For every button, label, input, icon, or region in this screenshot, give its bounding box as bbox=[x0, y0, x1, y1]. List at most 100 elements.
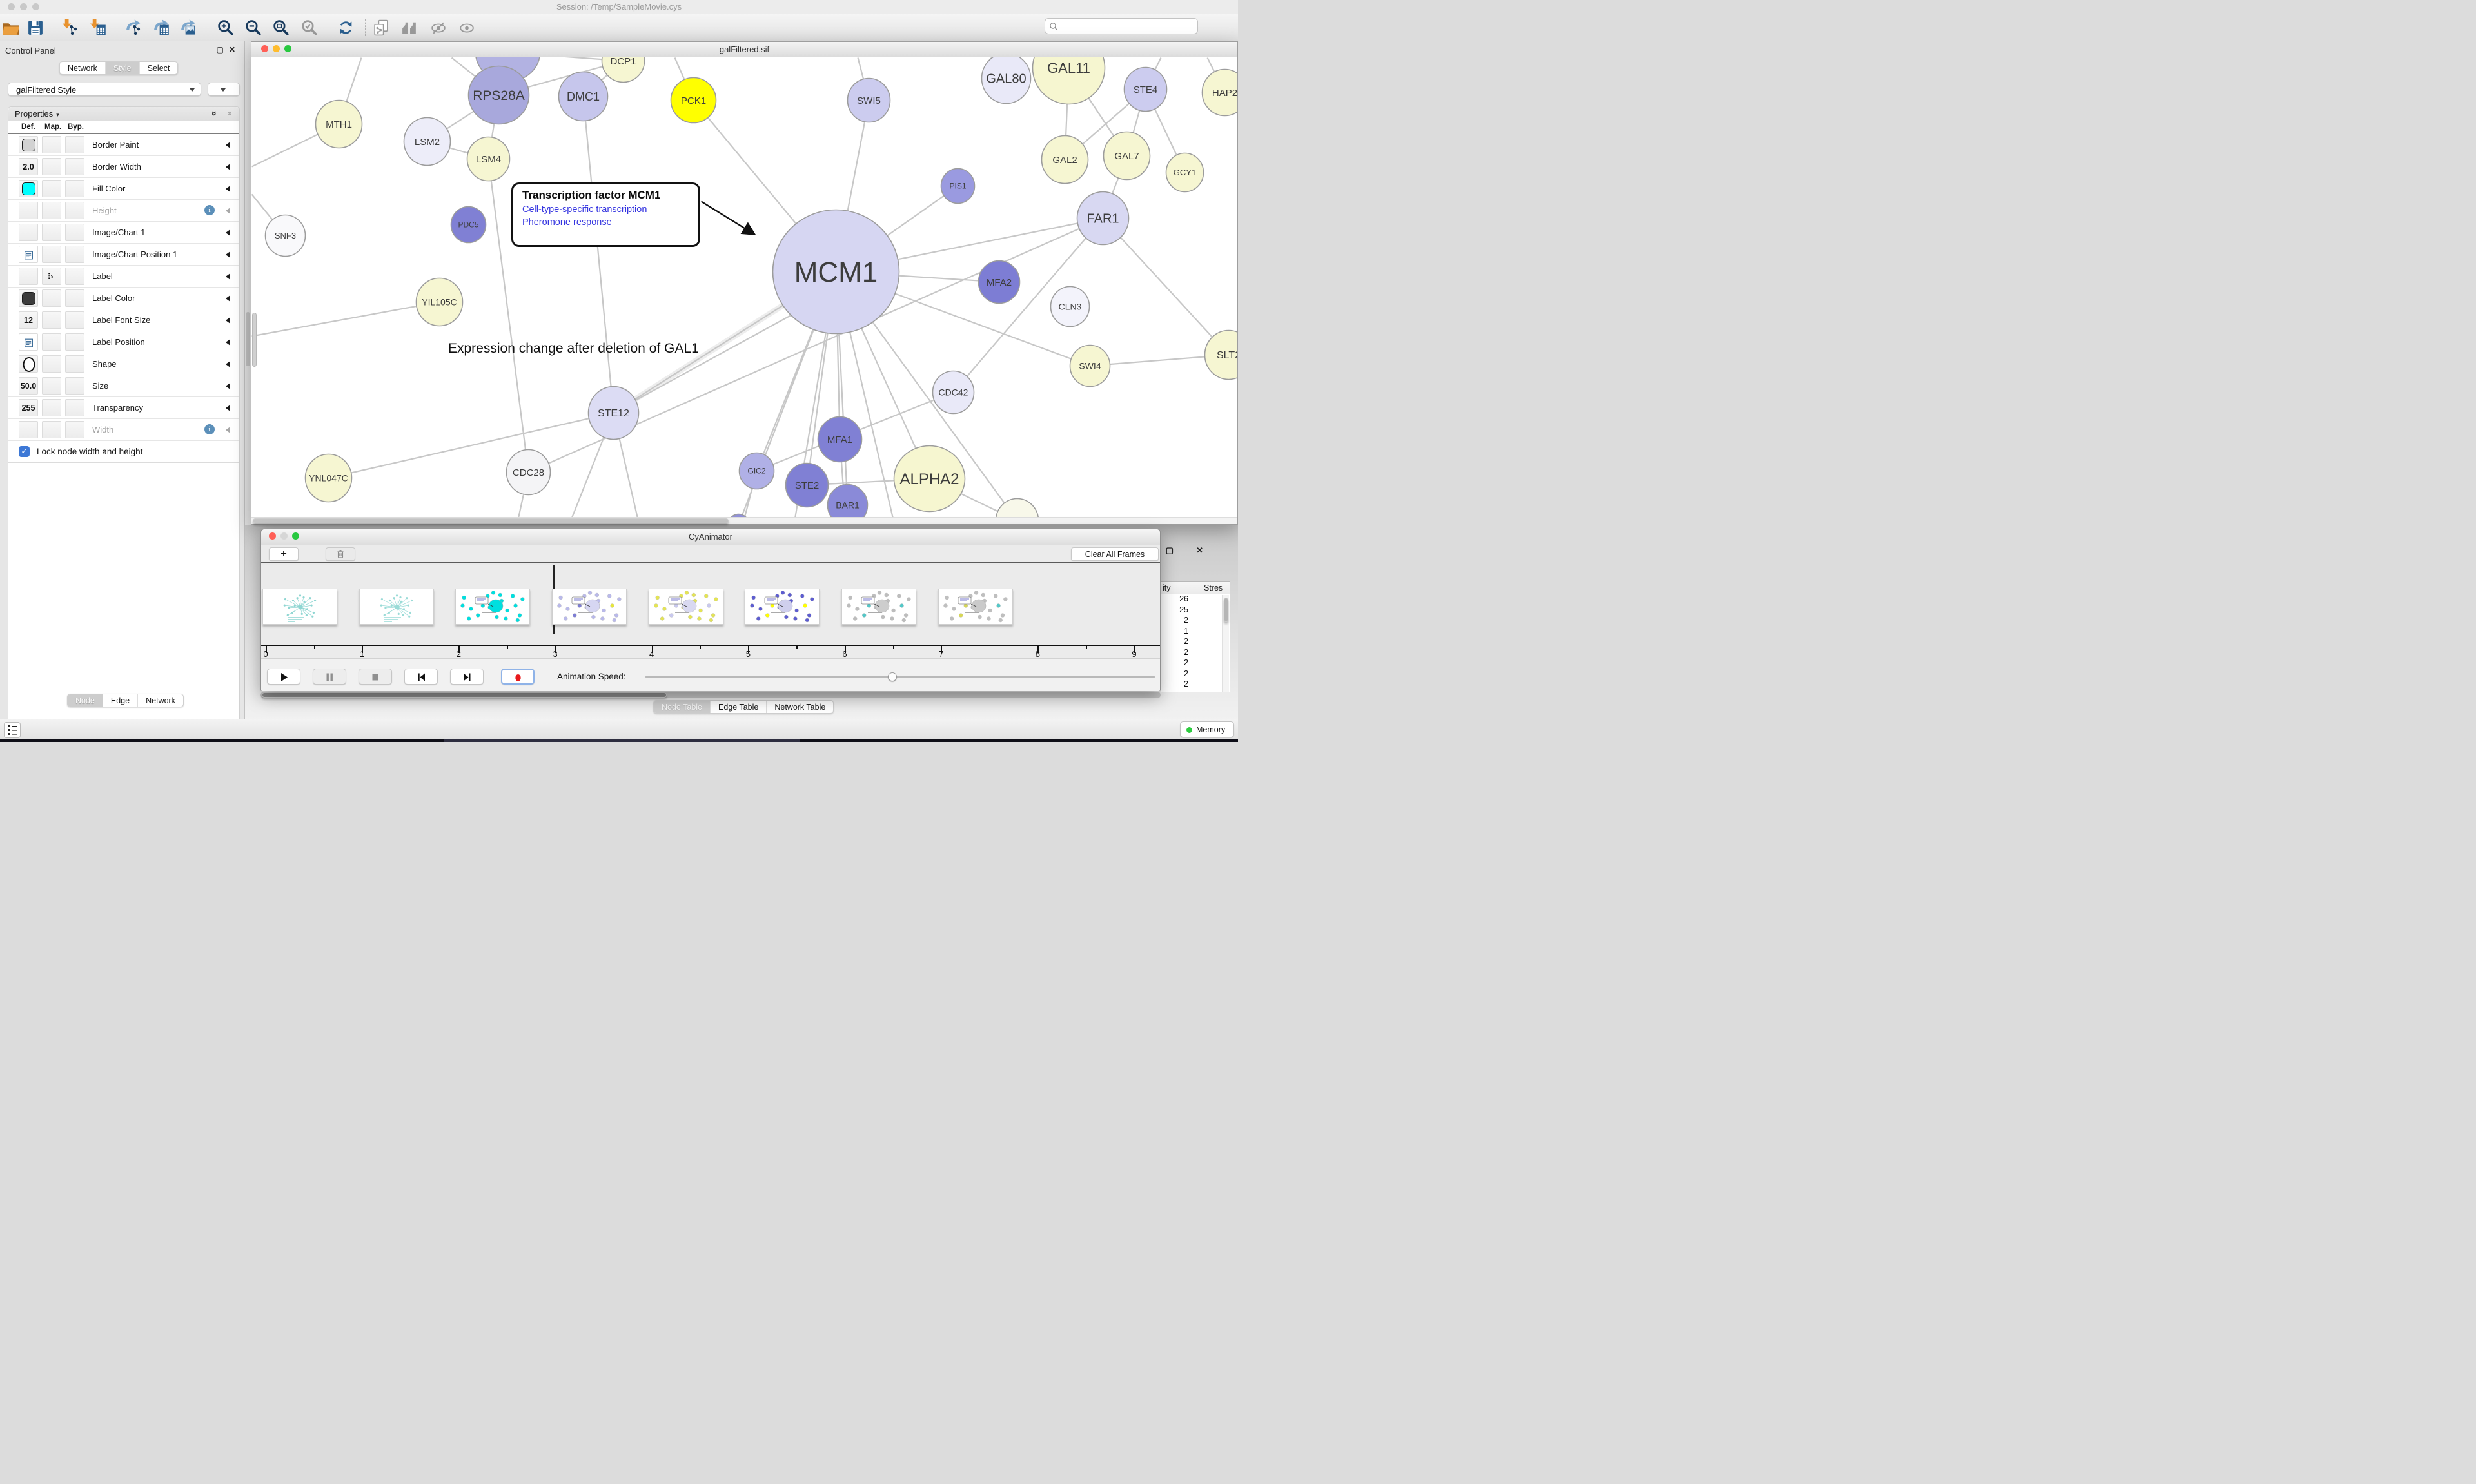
table-row[interactable]: 2 bbox=[1161, 616, 1230, 627]
delete-frame-button[interactable] bbox=[326, 547, 355, 561]
table-row[interactable]: 2 bbox=[1161, 658, 1230, 669]
network-node-lsm4[interactable]: LSM4 bbox=[467, 137, 510, 181]
property-row-border-width[interactable]: 2.0Border Width bbox=[8, 156, 239, 178]
network-node-tup1[interactable]: TUP1 bbox=[996, 499, 1039, 518]
network-canvas[interactable]: RPS28BDCP1RPS28ADMC1PCK1SWI5GAL80GAL11ST… bbox=[251, 57, 1237, 518]
collapse-row-icon[interactable] bbox=[226, 427, 230, 433]
collapse-row-icon[interactable] bbox=[226, 164, 230, 170]
float-panel-icon[interactable]: ▢ bbox=[217, 45, 224, 54]
default-value-cell[interactable] bbox=[19, 289, 38, 307]
pause-button[interactable] bbox=[313, 669, 346, 685]
export-network-icon[interactable] bbox=[124, 19, 142, 37]
minimize-window-icon[interactable] bbox=[280, 532, 288, 540]
show-details-icon[interactable] bbox=[458, 19, 476, 37]
table-row[interactable]: 2 bbox=[1161, 637, 1230, 648]
bypass-cell[interactable] bbox=[65, 180, 84, 197]
save-session-icon[interactable] bbox=[26, 19, 44, 37]
property-row-label-font-size[interactable]: 12Label Font Size bbox=[8, 309, 239, 331]
frame-thumbnail-6[interactable] bbox=[841, 589, 916, 625]
mapping-cell[interactable] bbox=[42, 399, 61, 416]
play-button[interactable] bbox=[267, 669, 300, 685]
network-node-pdc5[interactable]: PDC5 bbox=[451, 207, 486, 243]
import-network-icon[interactable] bbox=[61, 19, 79, 37]
network-node-slt2[interactable]: SLT2 bbox=[1205, 331, 1238, 380]
bypass-cell[interactable] bbox=[65, 377, 84, 395]
collapse-row-icon[interactable] bbox=[226, 361, 230, 367]
close-panel-icon[interactable]: ✕ bbox=[229, 45, 235, 54]
float-panel-icon[interactable]: ▢ bbox=[1166, 545, 1174, 556]
collapse-row-icon[interactable] bbox=[226, 273, 230, 280]
minimize-window-icon[interactable] bbox=[20, 3, 27, 10]
search-field[interactable] bbox=[1045, 18, 1198, 34]
collapse-row-icon[interactable] bbox=[226, 186, 230, 192]
property-row-height[interactable]: Heighti bbox=[8, 200, 239, 222]
tab-select[interactable]: Select bbox=[140, 62, 178, 74]
network-node-mcm1[interactable]: MCM1 bbox=[773, 210, 899, 334]
bypass-cell[interactable] bbox=[65, 311, 84, 329]
property-row-image-chart-1[interactable]: Image/Chart 1 bbox=[8, 222, 239, 244]
network-node-gic2[interactable]: GIC2 bbox=[740, 453, 774, 489]
zoom-selected-icon[interactable] bbox=[300, 19, 319, 37]
zoom-fit-icon[interactable] bbox=[272, 19, 290, 37]
bypass-cell[interactable] bbox=[65, 421, 84, 438]
mapping-cell[interactable] bbox=[42, 333, 61, 351]
import-table-icon[interactable] bbox=[88, 19, 106, 37]
table-panel-scrollbar[interactable] bbox=[260, 692, 1161, 698]
mapping-cell[interactable]: ⁞› bbox=[42, 268, 61, 285]
mapping-cell[interactable] bbox=[42, 202, 61, 219]
network-node-far1[interactable]: FAR1 bbox=[1077, 192, 1129, 245]
network-node-gal11[interactable]: GAL11 bbox=[1033, 57, 1105, 104]
frame-thumbnail-3[interactable] bbox=[552, 589, 627, 625]
zoom-window-icon[interactable] bbox=[292, 532, 299, 540]
property-row-width[interactable]: Widthi bbox=[8, 419, 239, 441]
default-value-cell[interactable] bbox=[19, 268, 38, 285]
network-node-pck1[interactable]: PCK1 bbox=[671, 78, 716, 123]
table-row[interactable]: 2 bbox=[1161, 679, 1230, 690]
property-row-label[interactable]: ⁞›Label bbox=[8, 266, 239, 288]
frame-thumbnail-2[interactable] bbox=[455, 589, 530, 625]
network-node-ste2[interactable]: STE2 bbox=[786, 464, 829, 507]
property-row-label-color[interactable]: Label Color bbox=[8, 288, 239, 309]
properties-menu[interactable]: Properties bbox=[15, 109, 59, 119]
network-node-dcp1[interactable]: DCP1 bbox=[602, 57, 645, 83]
bypass-cell[interactable] bbox=[65, 333, 84, 351]
record-button[interactable] bbox=[501, 669, 535, 685]
default-value-cell[interactable] bbox=[19, 136, 38, 153]
table-row[interactable]: 26 bbox=[1161, 594, 1230, 605]
network-node-cln3[interactable]: CLN3 bbox=[1051, 287, 1090, 327]
mapping-cell[interactable] bbox=[42, 180, 61, 197]
mapping-cell[interactable] bbox=[42, 377, 61, 395]
info-icon[interactable]: i bbox=[204, 205, 215, 215]
open-session-icon[interactable] bbox=[2, 19, 20, 37]
network-node-rps28a[interactable]: RPS28A bbox=[469, 66, 529, 124]
default-value-cell[interactable] bbox=[19, 180, 38, 197]
table-tab-node-table[interactable]: Node Table bbox=[654, 701, 711, 713]
frame-thumbnail-4[interactable] bbox=[649, 589, 723, 625]
default-value-cell[interactable]: 255 bbox=[19, 399, 38, 416]
mapping-cell[interactable] bbox=[42, 311, 61, 329]
network-node-pis1[interactable]: PIS1 bbox=[941, 169, 975, 204]
memory-button[interactable]: Memory bbox=[1180, 721, 1234, 737]
bypass-cell[interactable] bbox=[65, 355, 84, 373]
close-panel-icon[interactable]: ✕ bbox=[1196, 545, 1203, 556]
bypass-cell[interactable] bbox=[65, 399, 84, 416]
tab-network[interactable]: Network bbox=[60, 62, 106, 74]
network-node-gcy1[interactable]: GCY1 bbox=[1166, 153, 1204, 192]
close-window-icon[interactable] bbox=[269, 532, 276, 540]
network-node-gal80[interactable]: GAL80 bbox=[982, 57, 1031, 104]
frame-thumbnail-1[interactable] bbox=[359, 589, 434, 625]
network-node-mth1[interactable]: MTH1 bbox=[316, 101, 362, 148]
network-node-alpha2[interactable]: ALPHA2 bbox=[894, 446, 965, 512]
close-window-icon[interactable] bbox=[8, 3, 15, 10]
network-edge[interactable] bbox=[252, 302, 440, 337]
network-node-cdc42[interactable]: CDC42 bbox=[933, 371, 974, 414]
default-value-cell[interactable] bbox=[19, 355, 38, 373]
collapse-row-icon[interactable] bbox=[226, 339, 230, 346]
network-node-dmc1[interactable]: DMC1 bbox=[559, 72, 608, 121]
mapping-cell[interactable] bbox=[42, 289, 61, 307]
network-node-cdc28[interactable]: CDC28 bbox=[507, 450, 551, 495]
default-value-cell[interactable]: 12 bbox=[19, 311, 38, 329]
annotation-link-1[interactable]: Cell-type-specific transcription bbox=[522, 204, 689, 215]
collapse-row-icon[interactable] bbox=[226, 142, 230, 148]
node-attribute-table[interactable]: ity Stres 26252122222 bbox=[1161, 581, 1230, 692]
